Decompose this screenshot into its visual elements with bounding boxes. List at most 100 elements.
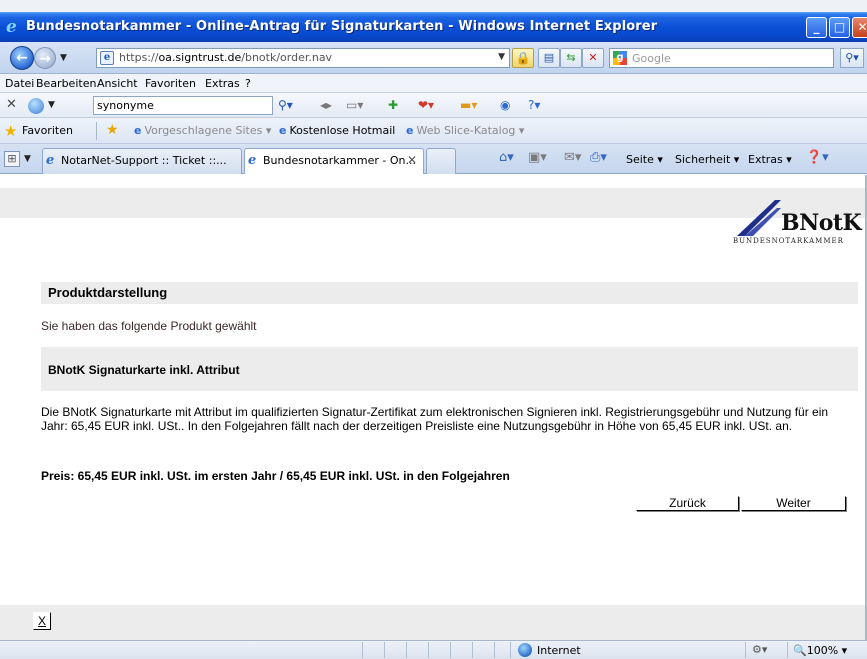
- favorites-item-hotmail[interactable]: e Kostenlose Hotmail: [279, 124, 395, 137]
- back-button[interactable]: ←: [10, 46, 34, 70]
- close-page-button[interactable]: X: [33, 612, 51, 630]
- minimize-button[interactable]: _: [806, 17, 827, 38]
- status-bar: Internet ⚙▾ 🔍100% ▾: [0, 640, 867, 659]
- toolbar-nav-icon[interactable]: ◂▸: [320, 98, 332, 112]
- favorites-button[interactable]: Favoriten: [22, 124, 73, 137]
- security-menu[interactable]: Sicherheit ▾: [675, 153, 739, 166]
- zoom-control[interactable]: 🔍100% ▾: [793, 644, 847, 657]
- add-favorite-icon[interactable]: ★: [106, 122, 119, 138]
- section-header: Produktdarstellung: [41, 282, 858, 304]
- toolbar-window-icon[interactable]: ▭▾: [346, 98, 363, 112]
- status-divider: [745, 642, 746, 658]
- status-divider: [510, 642, 511, 658]
- tab-row: ⊞ ▼ e NotarNet-Support :: Ticket ::... e…: [0, 144, 867, 174]
- tab-notarnet[interactable]: e NotarNet-Support :: Ticket ::...: [42, 148, 242, 174]
- mail-icon[interactable]: ✉▾: [564, 150, 581, 165]
- back-page-button[interactable]: Zurück: [636, 496, 739, 511]
- feeds-icon[interactable]: ▣▾: [528, 150, 547, 165]
- menu-view[interactable]: Ansicht: [97, 77, 138, 90]
- search-placeholder: Google: [632, 52, 671, 65]
- status-divider: [494, 642, 495, 658]
- address-toolbar: ← → ▼ e https://oa.signtrust.de/bnotk/or…: [0, 42, 867, 74]
- toolbar-search-value: synonyme: [97, 99, 154, 112]
- forward-button[interactable]: →: [34, 47, 56, 69]
- tab-list-dropdown-icon[interactable]: ▼: [24, 154, 31, 164]
- protected-mode-icon[interactable]: ⚙▾: [752, 643, 767, 656]
- favorites-bar: ★ Favoriten ★ e Vorgeschlagene Sites ▾ eK…: [0, 118, 867, 144]
- menu-help[interactable]: ?: [245, 77, 251, 90]
- toolbar-help-icon[interactable]: ?▾: [528, 98, 540, 112]
- page-menu[interactable]: Seite ▾: [626, 153, 663, 166]
- quick-tabs-icon[interactable]: ⊞: [4, 151, 20, 167]
- product-name: BNotK Signaturkarte inkl. Attribut: [48, 363, 240, 377]
- ie-logo-icon: e: [6, 17, 17, 37]
- close-window-button[interactable]: ✕: [852, 17, 867, 38]
- bnotk-logo: BNotK BUNDESNOTARKAMMER: [733, 192, 867, 252]
- toolbar-info-icon[interactable]: ◉: [500, 98, 510, 112]
- product-price: Preis: 65,45 EUR inkl. USt. im ersten Ja…: [41, 469, 510, 483]
- address-url: https://oa.signtrust.de/bnotk/order.nav: [119, 51, 333, 64]
- tab-bundesnotarkammer[interactable]: e Bundesnotarkammer - On... ✕: [244, 148, 424, 174]
- search-icon[interactable]: ⚲▾: [840, 48, 864, 68]
- web-search-field[interactable]: g Google: [609, 48, 834, 68]
- extras-menu[interactable]: Extras ▾: [748, 153, 792, 166]
- close-toolbar-icon[interactable]: ✕: [6, 97, 17, 112]
- zoom-level: 100%: [806, 644, 839, 657]
- history-dropdown-icon[interactable]: ▼: [60, 53, 67, 63]
- help-icon[interactable]: ❓▾: [806, 150, 829, 165]
- compatibility-view-icon[interactable]: ▤: [538, 48, 560, 68]
- product-description: Die BNotK Signaturkarte mit Attribut im …: [41, 405, 829, 433]
- new-tab-button[interactable]: [426, 148, 456, 174]
- ie-tab-icon: e: [46, 153, 55, 168]
- status-divider: [362, 642, 363, 658]
- menu-bar: Datei Bearbeiten Ansicht Favoriten Extra…: [0, 74, 867, 93]
- toolbar-add-icon[interactable]: ✚: [388, 98, 398, 112]
- security-zone-label: Internet: [537, 644, 581, 657]
- browser-window: e Bundesnotarkammer - Online-Antrag für …: [0, 0, 867, 659]
- toolbar-highlight-icon[interactable]: ▬▾: [460, 98, 477, 112]
- logo-mark-icon: [737, 200, 781, 236]
- next-button[interactable]: Weiter: [741, 496, 846, 511]
- product-box: BNotK Signaturkarte inkl. Attribut: [41, 347, 858, 391]
- status-divider: [428, 642, 429, 658]
- favorites-item-webslice[interactable]: e Web Slice-Katalog ▾: [406, 124, 524, 137]
- status-divider: [384, 642, 385, 658]
- maximize-button[interactable]: □: [829, 17, 850, 38]
- favorites-divider: [96, 122, 97, 140]
- stop-icon[interactable]: ✕: [582, 48, 604, 68]
- toolbar-search-icon[interactable]: ⚲▾: [274, 96, 314, 115]
- address-field[interactable]: e https://oa.signtrust.de/bnotk/order.na…: [96, 48, 510, 68]
- background-window-strip: [0, 0, 867, 12]
- toolbar-logo-icon[interactable]: [28, 98, 44, 114]
- status-divider: [787, 642, 788, 658]
- toolbar-search-input[interactable]: synonyme: [93, 96, 273, 115]
- menu-extras[interactable]: Extras: [205, 77, 240, 90]
- menu-file[interactable]: Datei: [5, 77, 34, 90]
- favorites-item-suggested[interactable]: e Vorgeschlagene Sites ▾: [134, 124, 271, 137]
- google-icon: g: [613, 51, 627, 65]
- status-divider: [406, 642, 407, 658]
- favorites-star-icon[interactable]: ★: [4, 122, 17, 140]
- page-footer-band: [0, 605, 867, 640]
- search-toolbar: ✕ ▼ synonyme ⚲▾ ◂▸ ▭▾ ✚ ❤▾ ▬▾ ◉ ?▾: [0, 93, 867, 118]
- title-bar: e Bundesnotarkammer - Online-Antrag für …: [0, 12, 867, 42]
- ssl-lock-icon[interactable]: 🔒: [512, 48, 534, 68]
- ie-page-icon: e: [134, 124, 142, 137]
- toolbar-dropdown-icon[interactable]: ▼: [48, 100, 55, 110]
- toolbar-heart-icon[interactable]: ❤▾: [418, 98, 434, 112]
- ie-page-icon: e: [279, 124, 287, 137]
- menu-favorites[interactable]: Favoriten: [145, 77, 196, 90]
- selection-info: Sie haben das folgende Produkt gewählt: [41, 319, 257, 333]
- close-tab-icon[interactable]: ✕: [407, 153, 417, 167]
- internet-zone-icon: [518, 643, 532, 657]
- home-icon[interactable]: ⌂▾: [499, 150, 514, 165]
- logo-subtitle: BUNDESNOTARKAMMER: [733, 237, 844, 245]
- refresh-icon[interactable]: ⇆: [560, 48, 582, 68]
- ie-page-icon: e: [406, 124, 414, 137]
- menu-edit[interactable]: Bearbeiten: [36, 77, 96, 90]
- address-dropdown-icon[interactable]: ▼: [498, 52, 505, 62]
- page-title: Produktdarstellung: [48, 285, 168, 300]
- ie-tab-icon: e: [248, 153, 257, 168]
- print-icon[interactable]: ⎙▾: [590, 150, 607, 165]
- status-divider: [450, 642, 451, 658]
